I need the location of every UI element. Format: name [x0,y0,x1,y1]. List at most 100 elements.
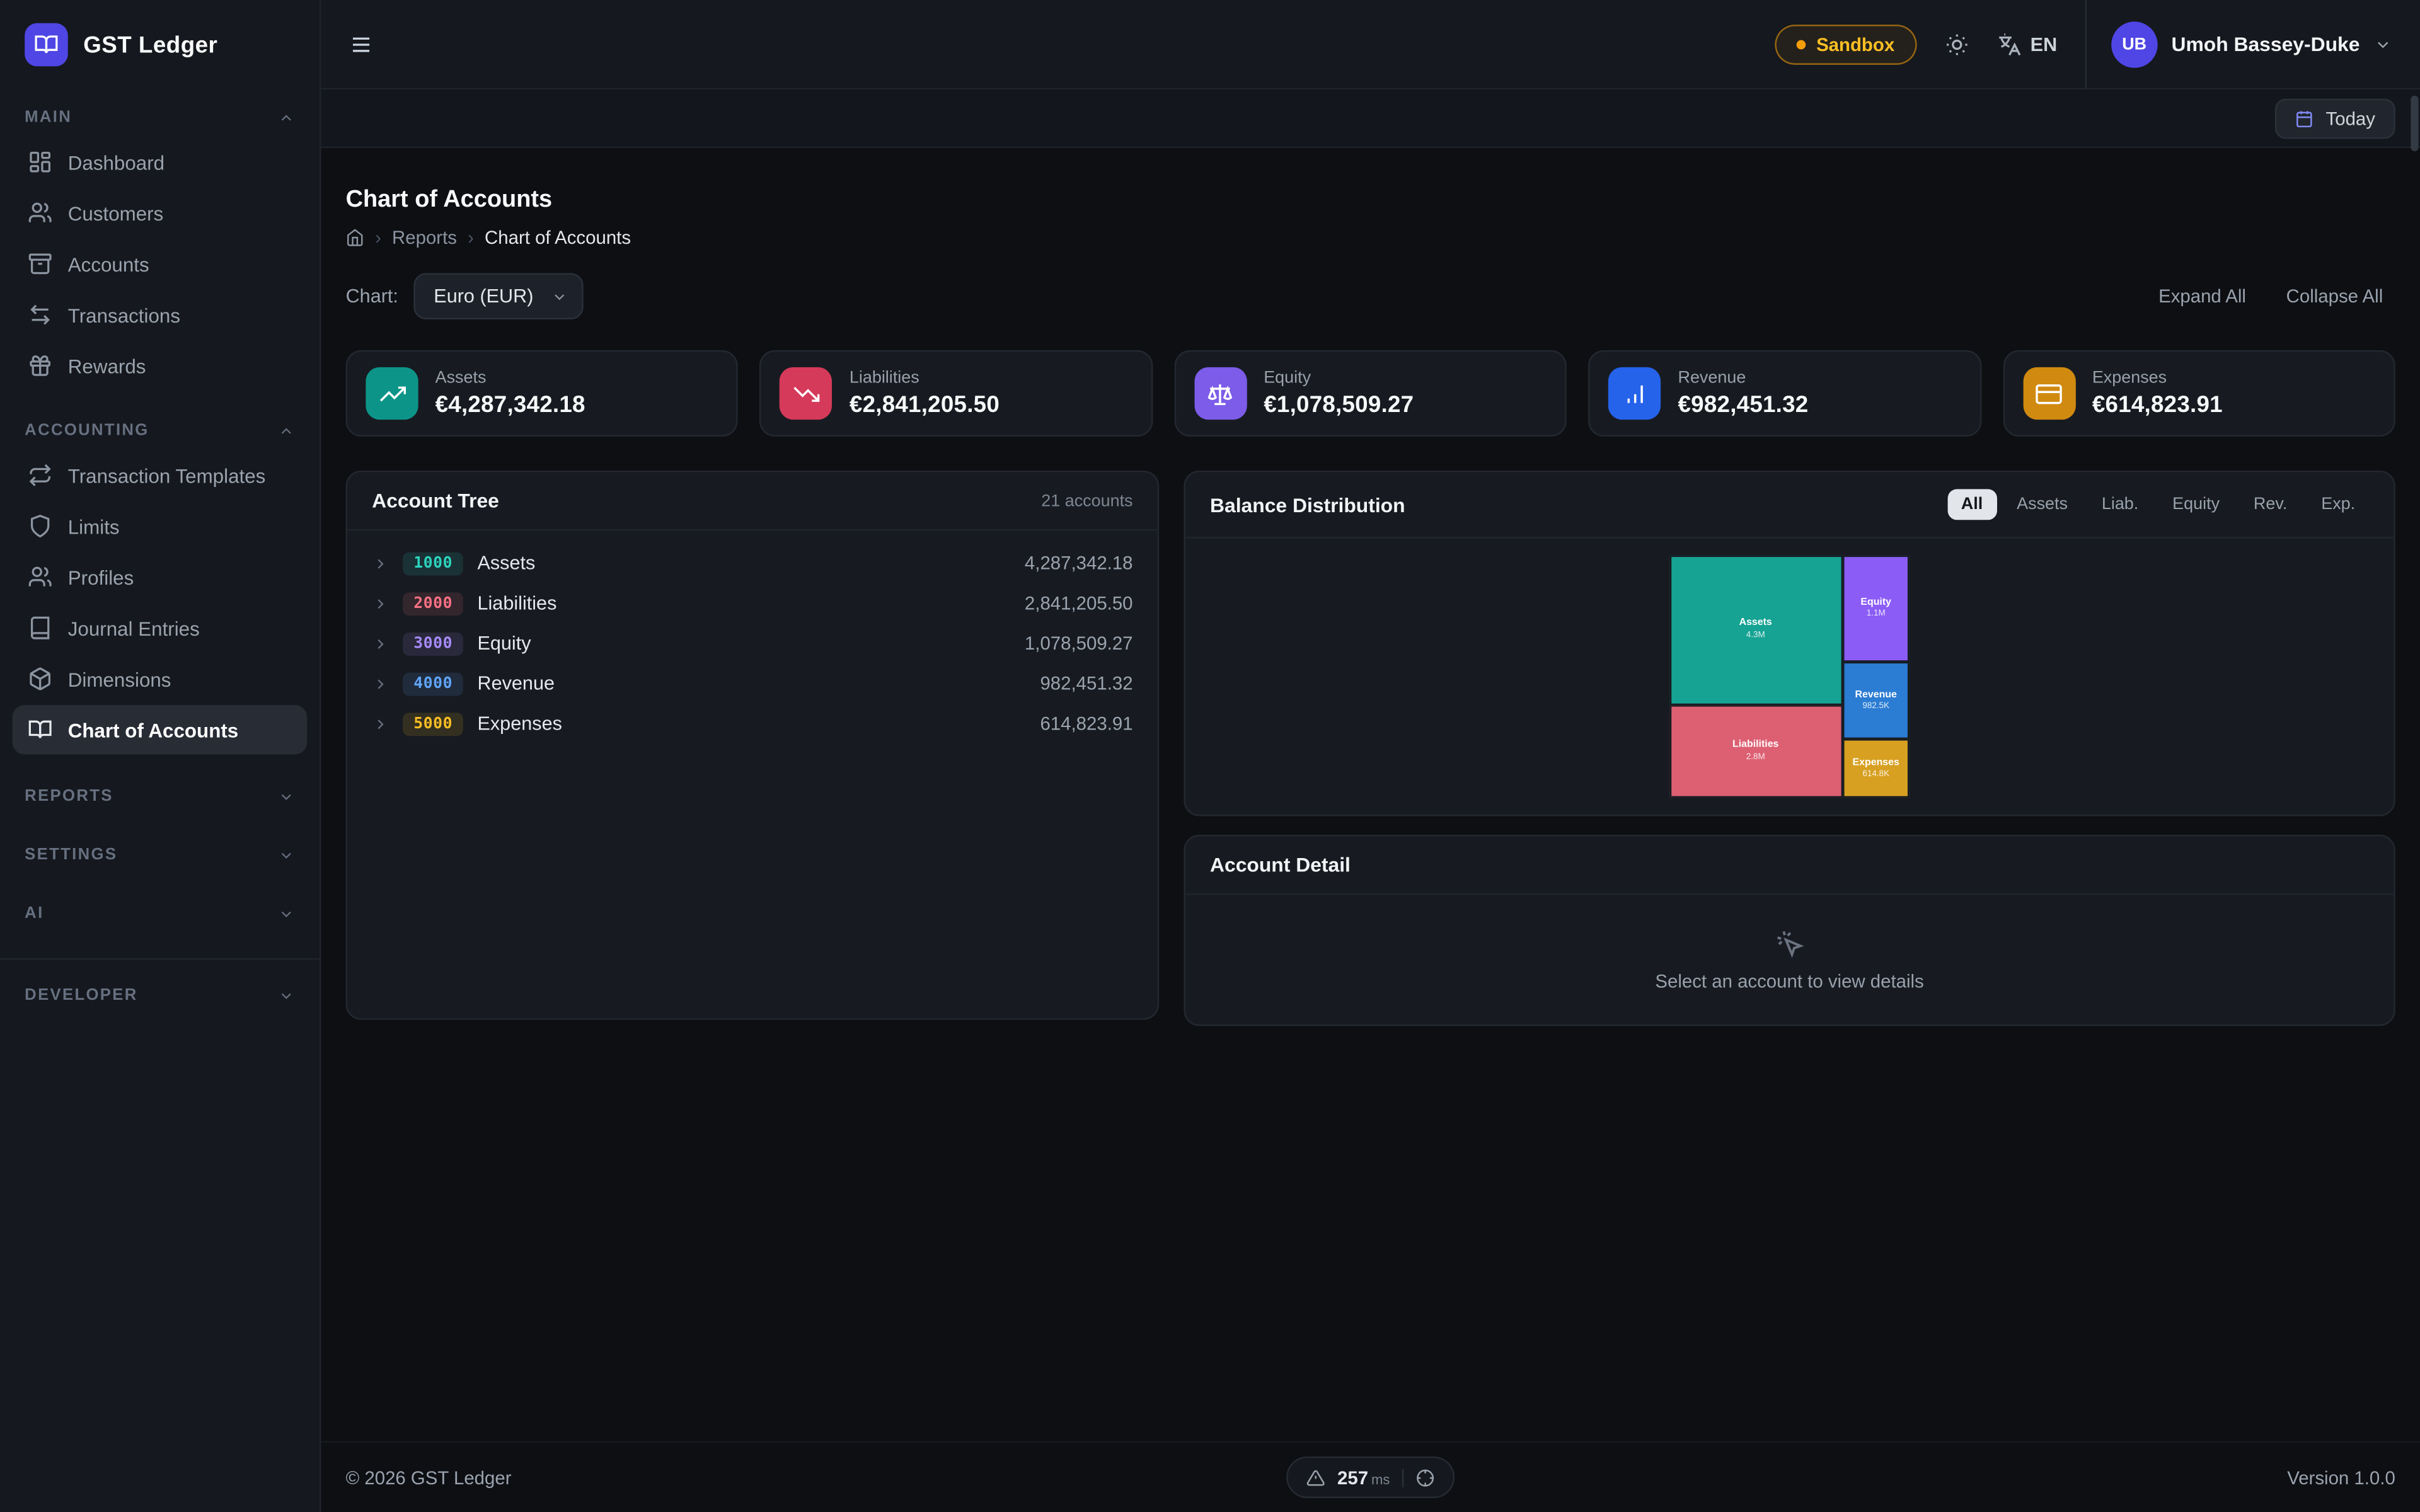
trending-down-icon [780,367,833,420]
today-button[interactable]: Today [2275,98,2395,139]
sidebar-item-label: Journal Entries [68,616,200,639]
expand-all-button[interactable]: Expand All [2146,276,2258,316]
book-open-icon [28,718,52,742]
tab-assets[interactable]: Assets [2003,489,2082,520]
stat-value: €982,451.32 [1678,392,1809,418]
account-code-badge: 4000 [403,672,463,696]
latency-widget[interactable]: 257ms [1286,1457,1455,1498]
user-menu[interactable]: UB Umoh Bassey-Duke [2085,0,2392,88]
account-tree-title: Account Tree [372,489,499,512]
sidebar-section-reports[interactable]: REPORTS [0,767,320,825]
treemap-assets[interactable]: Assets 4.3M [1669,554,1842,704]
sidebar-section-ai[interactable]: AI [0,884,320,942]
stat-value: €1,078,509.27 [1264,392,1414,418]
users-icon [28,564,52,589]
account-tree-card: Account Tree 21 accounts 1000 Assets 4,2… [346,471,1160,1020]
treemap-value: 2.8M [1746,752,1765,763]
shield-icon [28,514,52,539]
treemap-value: 4.3M [1746,631,1765,641]
alert-triangle-icon [1306,1468,1325,1486]
sidebar-item-label: Transaction Templates [68,464,266,487]
app-logo: GST Ledger [0,0,320,89]
stat-card-assets: Assets €4,287,342.18 [346,350,739,437]
sidebar-item-label: Dimensions [68,667,171,690]
sidebar-section-main[interactable]: MAIN [0,89,320,135]
tree-row-equity[interactable]: 3000 Equity 1,078,509.27 [372,623,1132,663]
account-code-badge: 1000 [403,552,463,575]
crosshair-icon [1416,1468,1434,1486]
page-title: Chart of Accounts [346,186,2395,214]
repeat-icon [28,463,52,488]
collapse-all-button[interactable]: Collapse All [2274,276,2395,316]
chart-select-label: Chart: [346,285,398,307]
filter-row: Chart: Euro (EUR) Expand All Collapse Al… [346,273,2395,319]
chevron-down-icon [551,288,568,305]
tab-revenue[interactable]: Rev. [2240,489,2302,520]
chart-currency-select[interactable]: Euro (EUR) [413,273,583,319]
account-tree-body: 1000 Assets 4,287,342.18 2000 Liabilitie… [347,530,1158,756]
language-button[interactable]: EN [1997,32,2057,56]
theme-toggle-button[interactable] [1944,32,1969,56]
treemap-label: Revenue [1855,689,1897,702]
sidebar-item-profiles[interactable]: Profiles [13,553,308,602]
calendar-icon [2295,109,2313,127]
top-bar-right: Sandbox EN UB Umoh Bassey-Duke [1775,0,2392,88]
tree-row-liabilities[interactable]: 2000 Liabilities 2,841,205.50 [372,583,1132,624]
sandbox-dot-icon [1796,39,1806,49]
chevron-down-icon [278,788,295,805]
cursor-click-icon [1775,928,1804,958]
account-code-badge: 2000 [403,592,463,615]
stat-card-revenue: Revenue €982,451.32 [1588,350,1981,437]
account-balance: 614,823.91 [1040,713,1132,734]
distribution-filter-tabs: All Assets Liab. Equity Rev. Exp. [1947,489,2369,520]
sidebar-item-chart-of-accounts[interactable]: Chart of Accounts [13,705,308,754]
tree-row-revenue[interactable]: 4000 Revenue 982,451.32 [372,663,1132,704]
sidebar-item-rewards[interactable]: Rewards [13,341,308,390]
treemap-equity[interactable]: Equity 1.1M [1842,554,1910,662]
scale-icon [1194,367,1247,420]
tree-row-expenses[interactable]: 5000 Expenses 614,823.91 [372,704,1132,744]
breadcrumb-reports[interactable]: Reports [392,227,457,248]
account-detail-body: Select an account to view details [1185,895,2394,1024]
sidebar-section-accounting[interactable]: ACCOUNTING [0,403,320,449]
tab-equity[interactable]: Equity [2158,489,2233,520]
date-toolbar: Today [321,89,2420,148]
sidebar-item-dimensions[interactable]: Dimensions [13,654,308,703]
chevron-right-icon [372,554,389,571]
sidebar-section-settings[interactable]: SETTINGS [0,825,320,884]
stat-label: Assets [435,369,585,387]
treemap-liabilities[interactable]: Liabilities 2.8M [1669,704,1842,798]
sidebar-item-dashboard[interactable]: Dashboard [13,137,308,186]
chevron-down-icon [278,846,295,863]
sidebar-item-customers[interactable]: Customers [13,188,308,238]
sidebar-toggle-button[interactable] [349,32,373,56]
treemap-expenses[interactable]: Expenses 614.8K [1842,740,1910,798]
sidebar-item-limits[interactable]: Limits [13,501,308,551]
scrollbar-thumb[interactable] [2411,96,2418,151]
tab-expenses[interactable]: Exp. [2307,489,2369,520]
sidebar-item-label: Accounts [68,252,149,275]
sidebar-item-accounts[interactable]: Accounts [13,239,308,289]
home-icon[interactable] [346,228,364,246]
sidebar-nav: MAIN Dashboard Customers Accounts Transa… [0,89,320,1024]
stat-value: €2,841,205.50 [850,392,1000,418]
chevron-right-icon [372,635,389,652]
gift-icon [28,353,52,378]
tree-row-assets[interactable]: 1000 Assets 4,287,342.18 [372,543,1132,583]
chevron-down-icon [278,905,295,922]
tab-liabilities[interactable]: Liab. [2088,489,2153,520]
book-icon [28,616,52,640]
sidebar-item-label: Dashboard [68,151,164,174]
sidebar: GST Ledger MAIN Dashboard Customers Acco… [0,0,321,1512]
sidebar-item-journal-entries[interactable]: Journal Entries [13,604,308,653]
treemap-revenue[interactable]: Revenue 982.5K [1842,663,1910,740]
avatar-initials: UB [2122,35,2146,53]
sidebar-item-transaction-templates[interactable]: Transaction Templates [13,450,308,500]
treemap-value: 614.8K [1862,770,1889,781]
sidebar-item-transactions[interactable]: Transactions [13,290,308,339]
sidebar-section-developer[interactable]: DEVELOPER [0,966,320,1024]
top-bar: Sandbox EN UB Umoh Bassey-Duke [321,0,2420,89]
tab-all[interactable]: All [1947,489,1997,520]
sidebar-item-label: Profiles [68,566,134,589]
chevron-right-icon [372,715,389,732]
